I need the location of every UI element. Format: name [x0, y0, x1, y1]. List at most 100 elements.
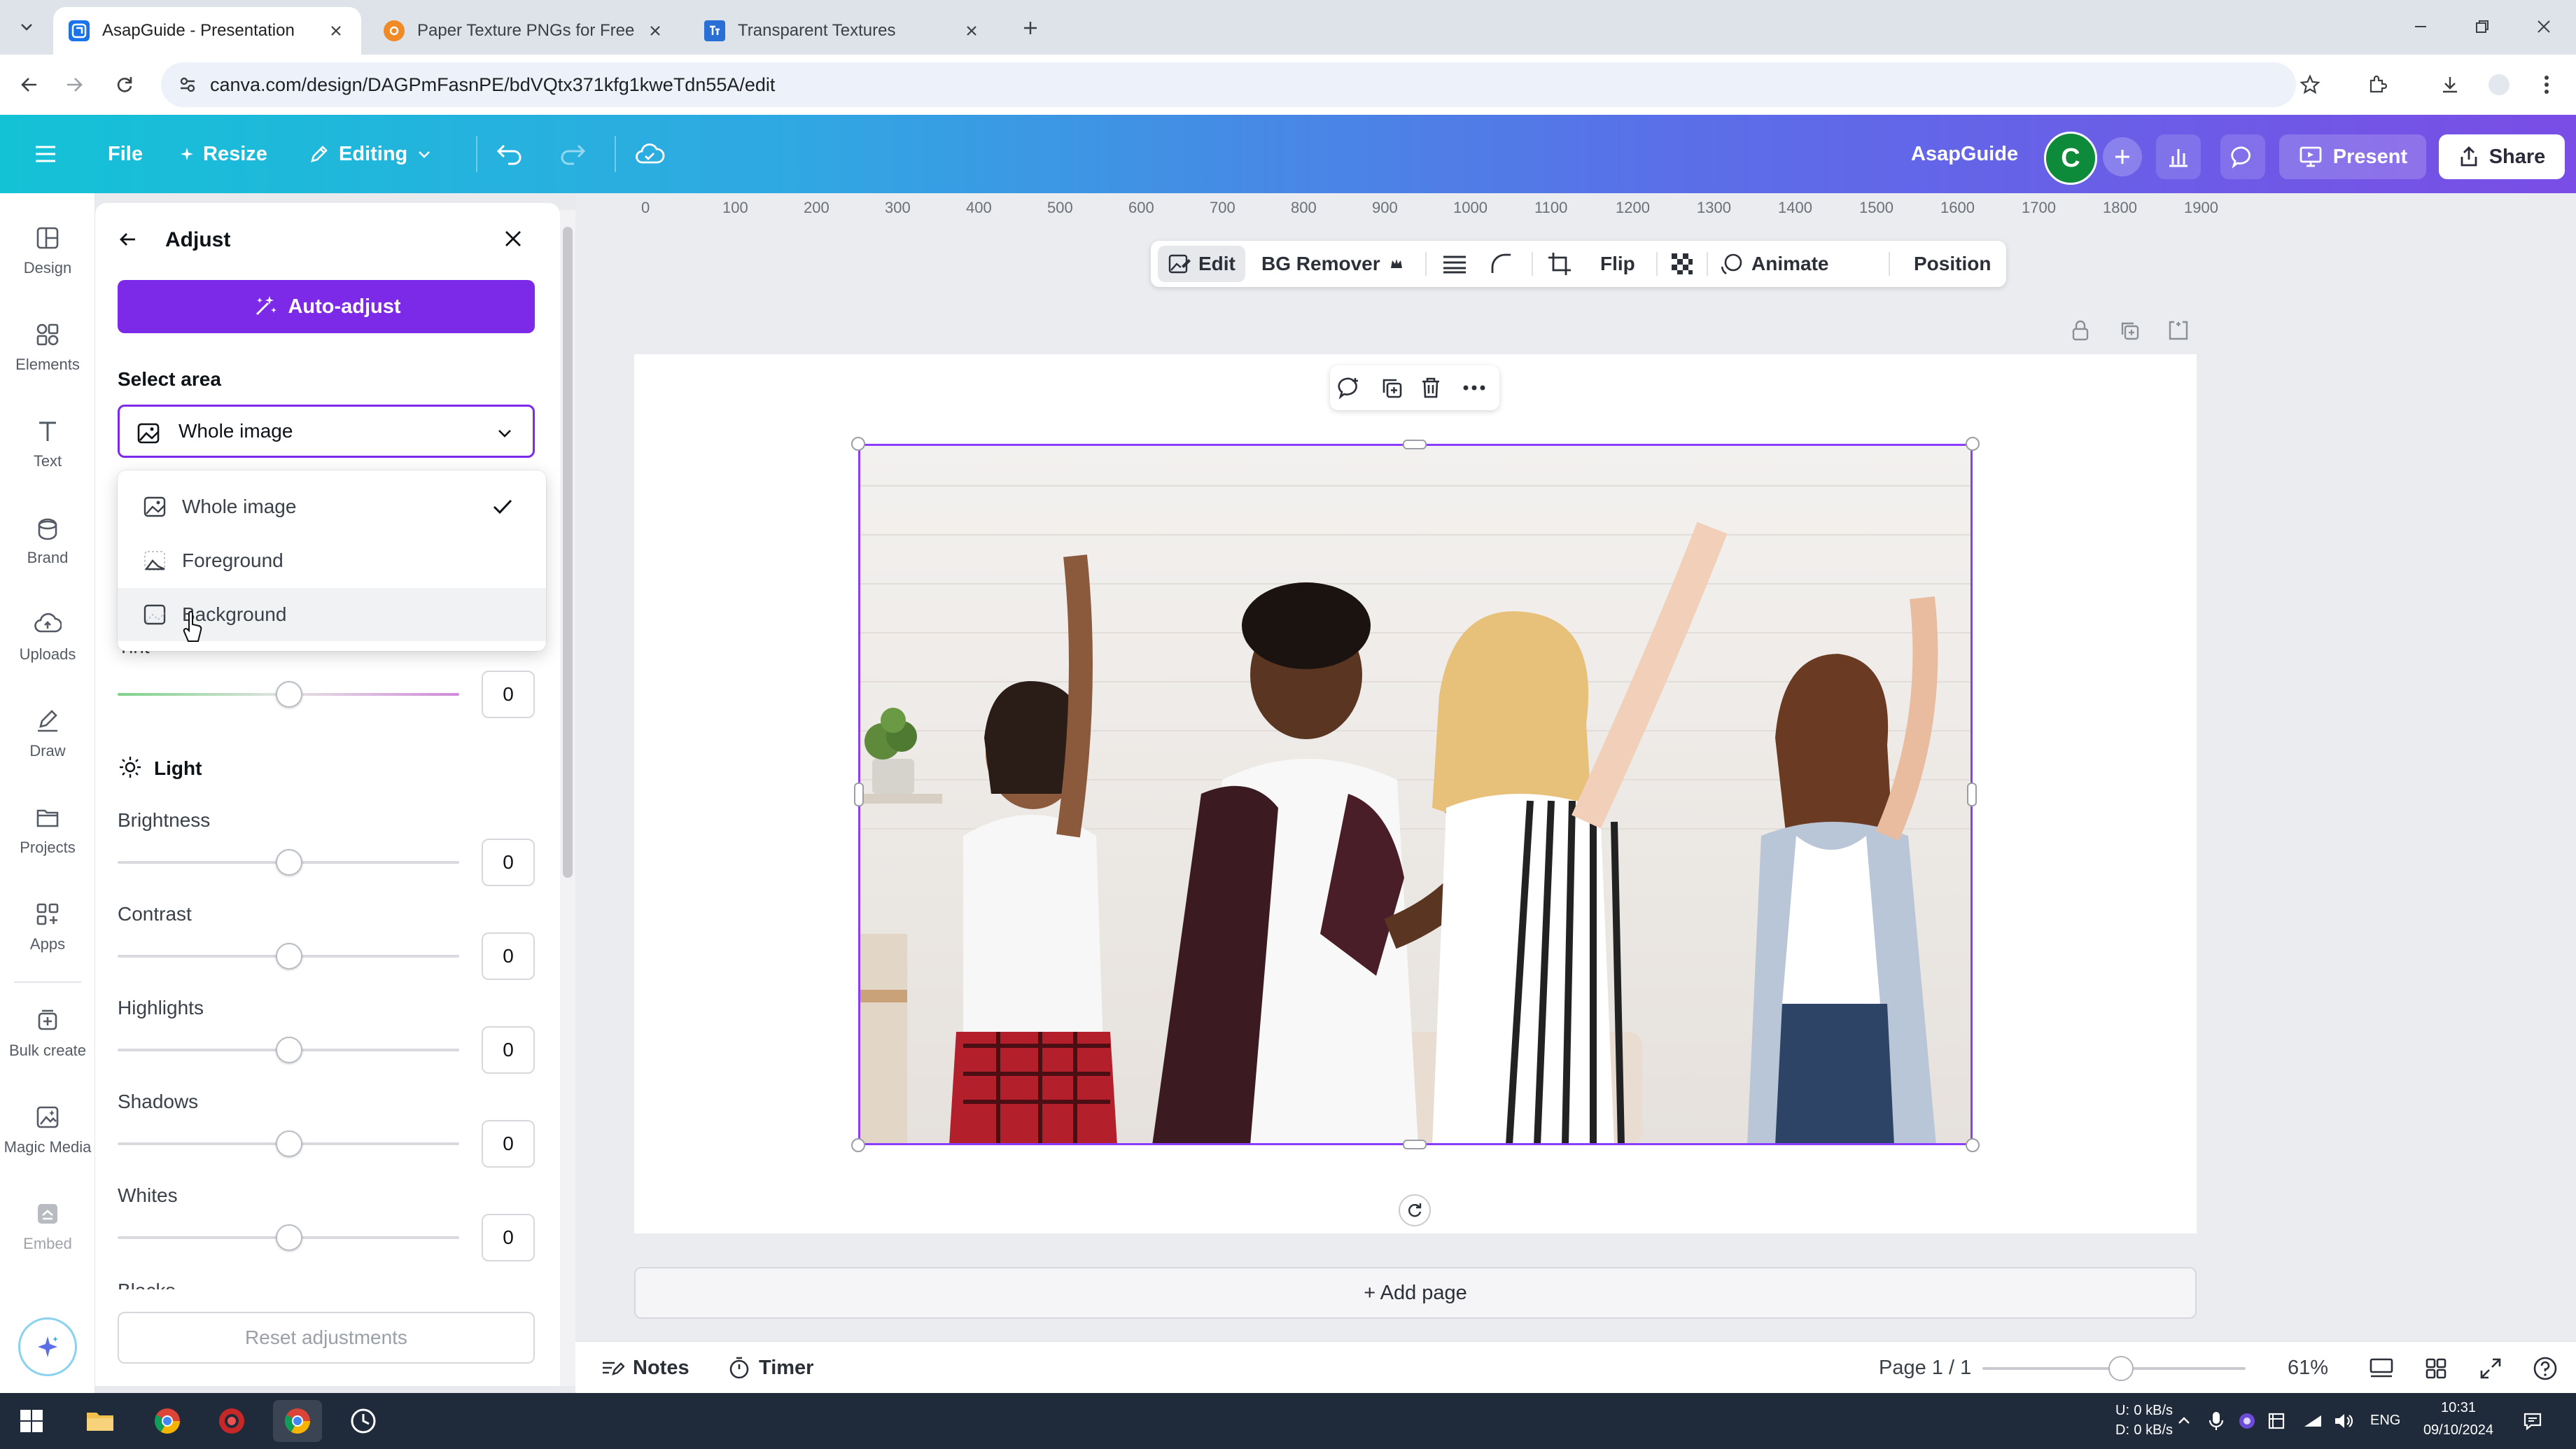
- save-status-button[interactable]: [634, 134, 673, 174]
- user-avatar[interactable]: C: [2044, 132, 2097, 185]
- highlights-value-input[interactable]: 0: [482, 1026, 535, 1074]
- add-page-above-button[interactable]: [2164, 316, 2192, 344]
- close-tab-icon[interactable]: [962, 21, 981, 41]
- project-name[interactable]: AsapGuide: [1911, 134, 2018, 174]
- panel-scrollbar[interactable]: [560, 210, 575, 1386]
- close-tab-icon[interactable]: [326, 21, 346, 41]
- timer-button[interactable]: Timer: [728, 1342, 813, 1394]
- sidebar-item-magic-media[interactable]: Magic Media: [0, 1088, 95, 1172]
- reset-adjustments-button[interactable]: Reset adjustments: [118, 1312, 535, 1364]
- share-button[interactable]: Share: [2439, 134, 2565, 179]
- duplicate-element-button[interactable]: [1378, 374, 1406, 402]
- help-button[interactable]: [2530, 1353, 2561, 1384]
- menu-item-whole-image[interactable]: Whole image: [118, 480, 546, 533]
- magic-assistant-button[interactable]: [18, 1317, 77, 1376]
- resize-handle-top-left[interactable]: [851, 437, 865, 451]
- restore-window-button[interactable]: [2463, 10, 2502, 43]
- resize-handle-bottom-left[interactable]: [851, 1138, 865, 1152]
- more-options-button[interactable]: [1460, 374, 1488, 402]
- corner-rounding-button[interactable]: [1490, 241, 1520, 287]
- file-explorer-app[interactable]: [76, 1400, 125, 1442]
- present-button[interactable]: Present: [2279, 134, 2426, 179]
- add-page-button[interactable]: + Add page: [634, 1267, 2197, 1319]
- profile-button[interactable]: [2484, 69, 2514, 100]
- clock-time[interactable]: 10:31: [2411, 1400, 2506, 1416]
- resize-handle-top-right[interactable]: [1966, 437, 1980, 451]
- contrast-slider-thumb[interactable]: [276, 943, 302, 969]
- close-tab-icon[interactable]: [645, 21, 665, 41]
- url-bar[interactable]: canva.com/design/DAGPmFasnPE/bdVQtx371kf…: [161, 62, 2296, 107]
- main-menu-button[interactable]: [34, 134, 66, 174]
- rotate-handle[interactable]: [1399, 1194, 1431, 1226]
- notifications-icon[interactable]: [2520, 1408, 2545, 1434]
- resize-handle-bottom-right[interactable]: [1966, 1138, 1980, 1152]
- back-button[interactable]: [14, 69, 45, 100]
- chrome-app[interactable]: [143, 1400, 192, 1442]
- clock-date[interactable]: 09/10/2024: [2411, 1422, 2506, 1438]
- flip-button[interactable]: Flip: [1600, 241, 1635, 287]
- tint-value-input[interactable]: 0: [482, 671, 535, 718]
- extensions-button[interactable]: [2362, 69, 2393, 100]
- undo-button[interactable]: [496, 134, 532, 174]
- sidebar-item-projects[interactable]: Projects: [0, 788, 95, 872]
- grid-view-button[interactable]: [2421, 1353, 2451, 1384]
- volume-icon[interactable]: [2331, 1408, 2356, 1434]
- browser-tab-paper-texture[interactable]: Paper Texture PNGs for Free Do: [368, 7, 680, 55]
- browser-tab-asapguide[interactable]: AsapGuide - Presentation: [53, 7, 361, 55]
- sidebar-item-text[interactable]: Text: [0, 402, 95, 486]
- site-info-icon[interactable]: [178, 75, 197, 94]
- crop-button[interactable]: [1547, 241, 1579, 287]
- bookmark-star-button[interactable]: [2295, 69, 2325, 100]
- editing-mode-button[interactable]: Editing: [308, 134, 441, 174]
- tray-overflow-icon[interactable]: [2171, 1408, 2197, 1434]
- back-button[interactable]: [116, 228, 139, 251]
- animate-button[interactable]: Animate: [1719, 241, 1828, 287]
- resize-button[interactable]: Resize: [179, 134, 267, 174]
- shadows-slider-thumb[interactable]: [276, 1130, 302, 1157]
- sidebar-item-elements[interactable]: Elements: [0, 305, 95, 389]
- sidebar-item-uploads[interactable]: Uploads: [0, 595, 95, 679]
- edit-image-button[interactable]: Edit: [1158, 246, 1245, 282]
- invite-button[interactable]: [2103, 137, 2142, 176]
- microphone-icon[interactable]: [2204, 1408, 2229, 1434]
- resize-handle-left[interactable]: [854, 783, 864, 806]
- close-window-button[interactable]: [2524, 10, 2563, 43]
- sidebar-item-design[interactable]: Design: [0, 209, 95, 293]
- shadows-value-input[interactable]: 0: [482, 1120, 535, 1168]
- new-tab-button[interactable]: [1016, 14, 1044, 42]
- resize-handle-bottom[interactable]: [1403, 1140, 1427, 1149]
- sidebar-item-brand[interactable]: Brand: [0, 498, 95, 582]
- brightness-value-input[interactable]: 0: [482, 839, 535, 886]
- start-button[interactable]: [7, 1400, 56, 1442]
- whites-value-input[interactable]: 0: [482, 1214, 535, 1261]
- reload-button[interactable]: [109, 69, 140, 100]
- menu-item-foreground[interactable]: Foreground: [118, 534, 546, 587]
- contrast-value-input[interactable]: 0: [482, 932, 535, 980]
- minimize-window-button[interactable]: [2401, 10, 2440, 43]
- fullscreen-button[interactable]: [2475, 1353, 2506, 1384]
- resize-handle-top[interactable]: [1403, 440, 1427, 449]
- highlights-slider-thumb[interactable]: [276, 1037, 302, 1063]
- bg-remover-button[interactable]: BG Remover: [1261, 241, 1404, 287]
- redo-button[interactable]: [559, 134, 595, 174]
- whites-slider-thumb[interactable]: [276, 1224, 302, 1251]
- panel-scrollbar-thumb[interactable]: [563, 227, 573, 878]
- file-menu-button[interactable]: File: [108, 134, 143, 174]
- sidebar-item-embed[interactable]: Embed: [0, 1184, 95, 1268]
- tint-slider-thumb[interactable]: [276, 681, 302, 708]
- display-icon[interactable]: [2264, 1408, 2289, 1434]
- language-indicator[interactable]: ENG: [2370, 1413, 2400, 1429]
- browser-menu-button[interactable]: [2531, 69, 2562, 100]
- page-indicator[interactable]: Page 1 / 1: [1879, 1342, 1971, 1394]
- page-view-button[interactable]: [2366, 1353, 2397, 1384]
- duplicate-page-button[interactable]: [2115, 316, 2143, 344]
- border-style-button[interactable]: [1442, 241, 1474, 287]
- clock-app[interactable]: [339, 1400, 388, 1442]
- sidebar-item-apps[interactable]: Apps: [0, 885, 95, 969]
- app-tray-icon[interactable]: [2234, 1408, 2260, 1434]
- position-button[interactable]: Position: [1914, 241, 1991, 287]
- close-panel-button[interactable]: [501, 227, 525, 251]
- lock-page-button[interactable]: [2066, 316, 2094, 344]
- comment-add-button[interactable]: [1336, 374, 1364, 402]
- forward-button[interactable]: [59, 69, 90, 100]
